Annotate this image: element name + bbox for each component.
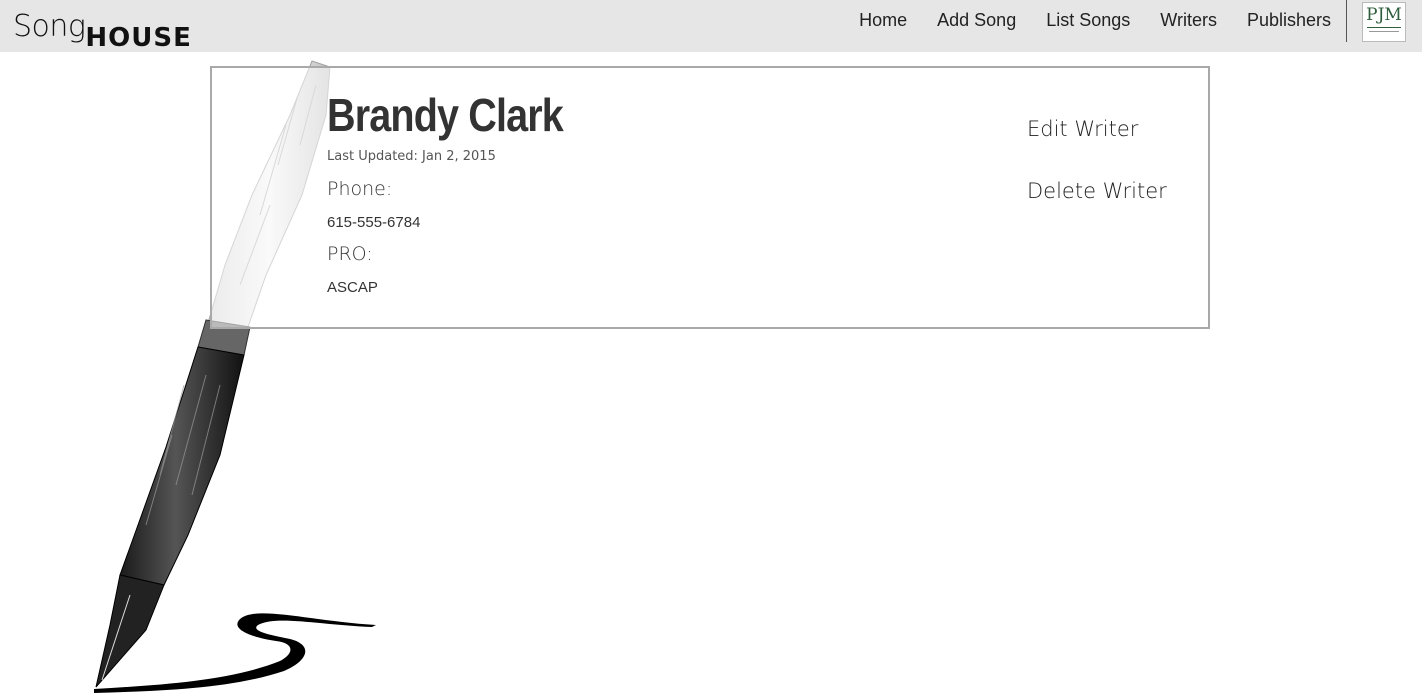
writer-detail-card: Brandy Clark Last Updated: Jan 2, 2015 P… — [210, 66, 1210, 329]
nav-home-link[interactable]: Home — [859, 10, 907, 31]
pro-value: ASCAP — [327, 279, 378, 296]
delete-writer-link[interactable]: Delete Writer — [1027, 179, 1167, 203]
pjm-logo[interactable]: PJM — [1362, 2, 1406, 42]
top-navigation-bar: Song House Home Add Song List Songs Writ… — [0, 0, 1422, 53]
nav-list-songs-link[interactable]: List Songs — [1046, 10, 1130, 31]
pjm-logo-rule — [1367, 27, 1401, 28]
brand-song-text: Song — [13, 9, 86, 44]
pjm-logo-subline — [1369, 31, 1399, 32]
nav-writers-link[interactable]: Writers — [1160, 10, 1217, 31]
last-updated-text: Last Updated: Jan 2, 2015 — [327, 149, 496, 164]
main-nav: Home Add Song List Songs Writers Publish… — [829, 0, 1331, 40]
nav-divider — [1346, 0, 1347, 42]
phone-label: Phone: — [327, 178, 393, 200]
pen-nib — [95, 574, 165, 688]
nav-add-song-link[interactable]: Add Song — [937, 10, 1016, 31]
nav-publishers-link[interactable]: Publishers — [1247, 10, 1331, 31]
songhouse-logo[interactable]: Song House — [13, 2, 192, 62]
edit-writer-link[interactable]: Edit Writer — [1027, 117, 1138, 141]
pro-label: PRO: — [327, 243, 373, 265]
phone-value: 615-555-6784 — [327, 214, 421, 231]
pjm-logo-text: PJM — [1366, 5, 1402, 25]
pen-body — [119, 346, 245, 586]
writer-name-heading: Brandy Clark — [327, 89, 564, 141]
